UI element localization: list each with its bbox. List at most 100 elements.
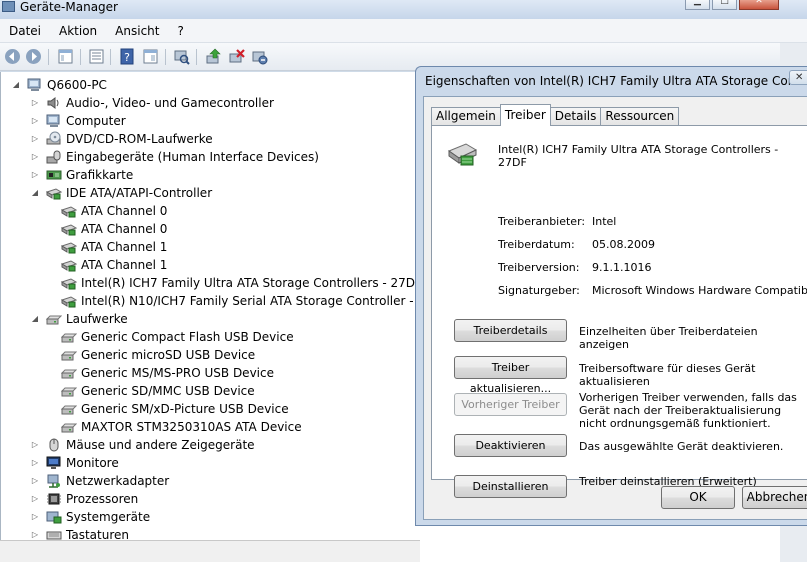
help-button[interactable]: ? (119, 48, 136, 65)
cancel-button[interactable]: Abbrechen (742, 486, 807, 509)
dialog-close-button[interactable]: ✕ (789, 70, 807, 85)
expand-icon[interactable]: ▷ (30, 458, 40, 468)
properties-view-icon (58, 49, 73, 64)
dialog-body: Allgemein Treiber Details Ressourcen Int… (423, 96, 807, 520)
tree-device-item[interactable]: Generic SM/xD-Picture USB Device (61, 400, 289, 418)
menu-ansicht[interactable]: Ansicht (106, 19, 168, 43)
tree-category-item[interactable]: ◢ Laufwerke (30, 310, 128, 328)
tree-category-item[interactable]: ▷ DVD/CD-ROM-Laufwerke (30, 130, 213, 148)
svg-text:?: ? (124, 51, 130, 64)
tree-category-item[interactable]: ▷ Netzwerkadapter (30, 472, 169, 490)
uninstall-driver-button[interactable]: Deinstallieren (454, 475, 567, 498)
details-button[interactable] (142, 48, 159, 65)
tree-device-item[interactable]: Generic Compact Flash USB Device (61, 328, 294, 346)
field-treiberversion: Treiberversion: 9.1.1.1016 (498, 261, 652, 274)
tab-details[interactable]: Details (549, 107, 602, 126)
tree-category-item[interactable]: ▷ Systemgeräte (30, 508, 150, 526)
processor-icon (46, 491, 62, 507)
tree-device-item[interactable]: ATA Channel 1 (61, 256, 167, 274)
tree-item-label: ATA Channel 0 (81, 204, 168, 218)
minimize-button[interactable]: ▁ (685, 0, 710, 10)
hid-icon (46, 149, 62, 165)
driver-tab-panel: Intel(R) ICH7 Family Ultra ATA Storage C… (431, 125, 807, 498)
details-icon (143, 49, 158, 64)
properties-view-button[interactable] (57, 48, 74, 65)
tree-device-item[interactable]: Generic microSD USB Device (61, 346, 255, 364)
tree-item-label: Netzwerkadapter (66, 474, 170, 488)
menu-aktion[interactable]: Aktion (50, 19, 106, 43)
device-name: Intel(R) ICH7 Family Ultra ATA Storage C… (498, 143, 779, 169)
uninstall-button[interactable] (228, 48, 245, 65)
tree-category-item[interactable]: ▷ Computer (30, 112, 126, 130)
disk-drive-icon (61, 419, 77, 435)
back-button[interactable] (4, 48, 21, 65)
tree-device-item[interactable]: Intel(R) ICH7 Family Ultra ATA Storage C… (61, 274, 422, 292)
expand-icon[interactable]: ▷ (30, 116, 40, 126)
tree-device-item[interactable]: Intel(R) N10/ICH7 Family Serial ATA Stor… (61, 292, 449, 310)
console-tree-button[interactable] (88, 48, 105, 65)
tree-device-item[interactable]: Generic MS/MS-PRO USB Device (61, 364, 274, 382)
tab-ressourcen[interactable]: Ressourcen (600, 107, 680, 126)
tree-category-item[interactable]: ▷ Monitore (30, 454, 119, 472)
disk-drive-icon (61, 383, 77, 399)
expand-icon[interactable]: ▷ (30, 98, 40, 108)
ok-button[interactable]: OK (661, 486, 735, 509)
tree-item-label: Monitore (66, 456, 119, 470)
menu-help[interactable]: ? (168, 19, 192, 43)
properties-dialog: Eigenschaften von Intel(R) ICH7 Family U… (415, 66, 807, 526)
controller-card-icon (446, 138, 478, 170)
status-bar (0, 540, 420, 562)
tree-device-item[interactable]: MAXTOR STM3250310AS ATA Device (61, 418, 302, 436)
maximize-button[interactable]: □ (712, 0, 737, 10)
rollback-driver-desc: Vorherigen Treiber verwenden, falls das … (579, 391, 797, 430)
collapse-icon[interactable]: ◢ (11, 80, 21, 90)
expand-icon[interactable]: ▷ (30, 530, 40, 540)
forward-button[interactable] (25, 48, 42, 65)
tree-item-label: IDE ATA/ATAPI-Controller (66, 186, 213, 200)
tab-strip: Allgemein Treiber Details Ressourcen (431, 104, 680, 126)
device-manager-icon (2, 1, 15, 12)
collapse-icon[interactable]: ◢ (30, 188, 40, 198)
tab-allgemein[interactable]: Allgemein (431, 107, 501, 126)
tree-device-item[interactable]: ATA Channel 0 (61, 202, 167, 220)
tree-device-item[interactable]: Generic SD/MMC USB Device (61, 382, 255, 400)
field-signaturgeber: Signaturgeber: Microsoft Windows Hardwar… (498, 284, 807, 297)
console-tree-icon (89, 49, 104, 64)
tree-item-label: Generic Compact Flash USB Device (81, 330, 294, 344)
monitor-icon (46, 455, 62, 471)
update-driver-button[interactable] (205, 48, 222, 65)
tree-category-item[interactable]: ▷ Grafikkarte (30, 166, 133, 184)
scan-hardware-button[interactable] (173, 48, 190, 65)
tree-root[interactable]: ◢ Q6600-PC (11, 76, 107, 94)
tree-category-item[interactable]: ▷ Mäuse und andere Zeigegeräte (30, 436, 255, 454)
controller-icon (61, 203, 77, 219)
tree-category-item[interactable]: ▷ Prozessoren (30, 490, 138, 508)
expand-icon[interactable]: ▷ (30, 494, 40, 504)
tree-item-label: ATA Channel 1 (81, 240, 168, 254)
forward-icon (26, 49, 41, 64)
tree-category-item[interactable]: ◢ IDE ATA/ATAPI-Controller (30, 184, 212, 202)
tree-category-item[interactable]: ▷ Audio-, Video- und Gamecontroller (30, 94, 274, 112)
controller-icon (61, 221, 77, 237)
rollback-driver-button[interactable]: Vorheriger Treiber (454, 393, 567, 416)
expand-icon[interactable]: ▷ (30, 134, 40, 144)
tree-category-item[interactable]: ▷ Eingabegeräte (Human Interface Devices) (30, 148, 319, 166)
close-window-button[interactable]: ✕ (739, 0, 779, 10)
tree-device-item[interactable]: ATA Channel 1 (61, 238, 167, 256)
collapse-icon[interactable]: ◢ (30, 314, 40, 324)
expand-icon[interactable]: ▷ (30, 440, 40, 450)
tree-device-item[interactable]: ATA Channel 0 (61, 220, 167, 238)
computer-icon (27, 77, 43, 93)
tree-item-label: Eingabegeräte (Human Interface Devices) (66, 150, 319, 164)
driver-details-button[interactable]: Treiberdetails (454, 319, 567, 342)
update-driver-button[interactable]: Treiber aktualisieren... (454, 356, 567, 395)
expand-icon[interactable]: ▷ (30, 476, 40, 486)
expand-icon[interactable]: ▷ (30, 170, 40, 180)
expand-icon[interactable]: ▷ (30, 152, 40, 162)
expand-icon[interactable]: ▷ (30, 512, 40, 522)
mouse-icon (46, 437, 62, 453)
menu-datei[interactable]: Datei (0, 19, 50, 43)
tab-treiber[interactable]: Treiber (499, 104, 551, 126)
disable-button[interactable] (251, 48, 268, 65)
disable-device-button[interactable]: Deaktivieren (454, 434, 567, 457)
